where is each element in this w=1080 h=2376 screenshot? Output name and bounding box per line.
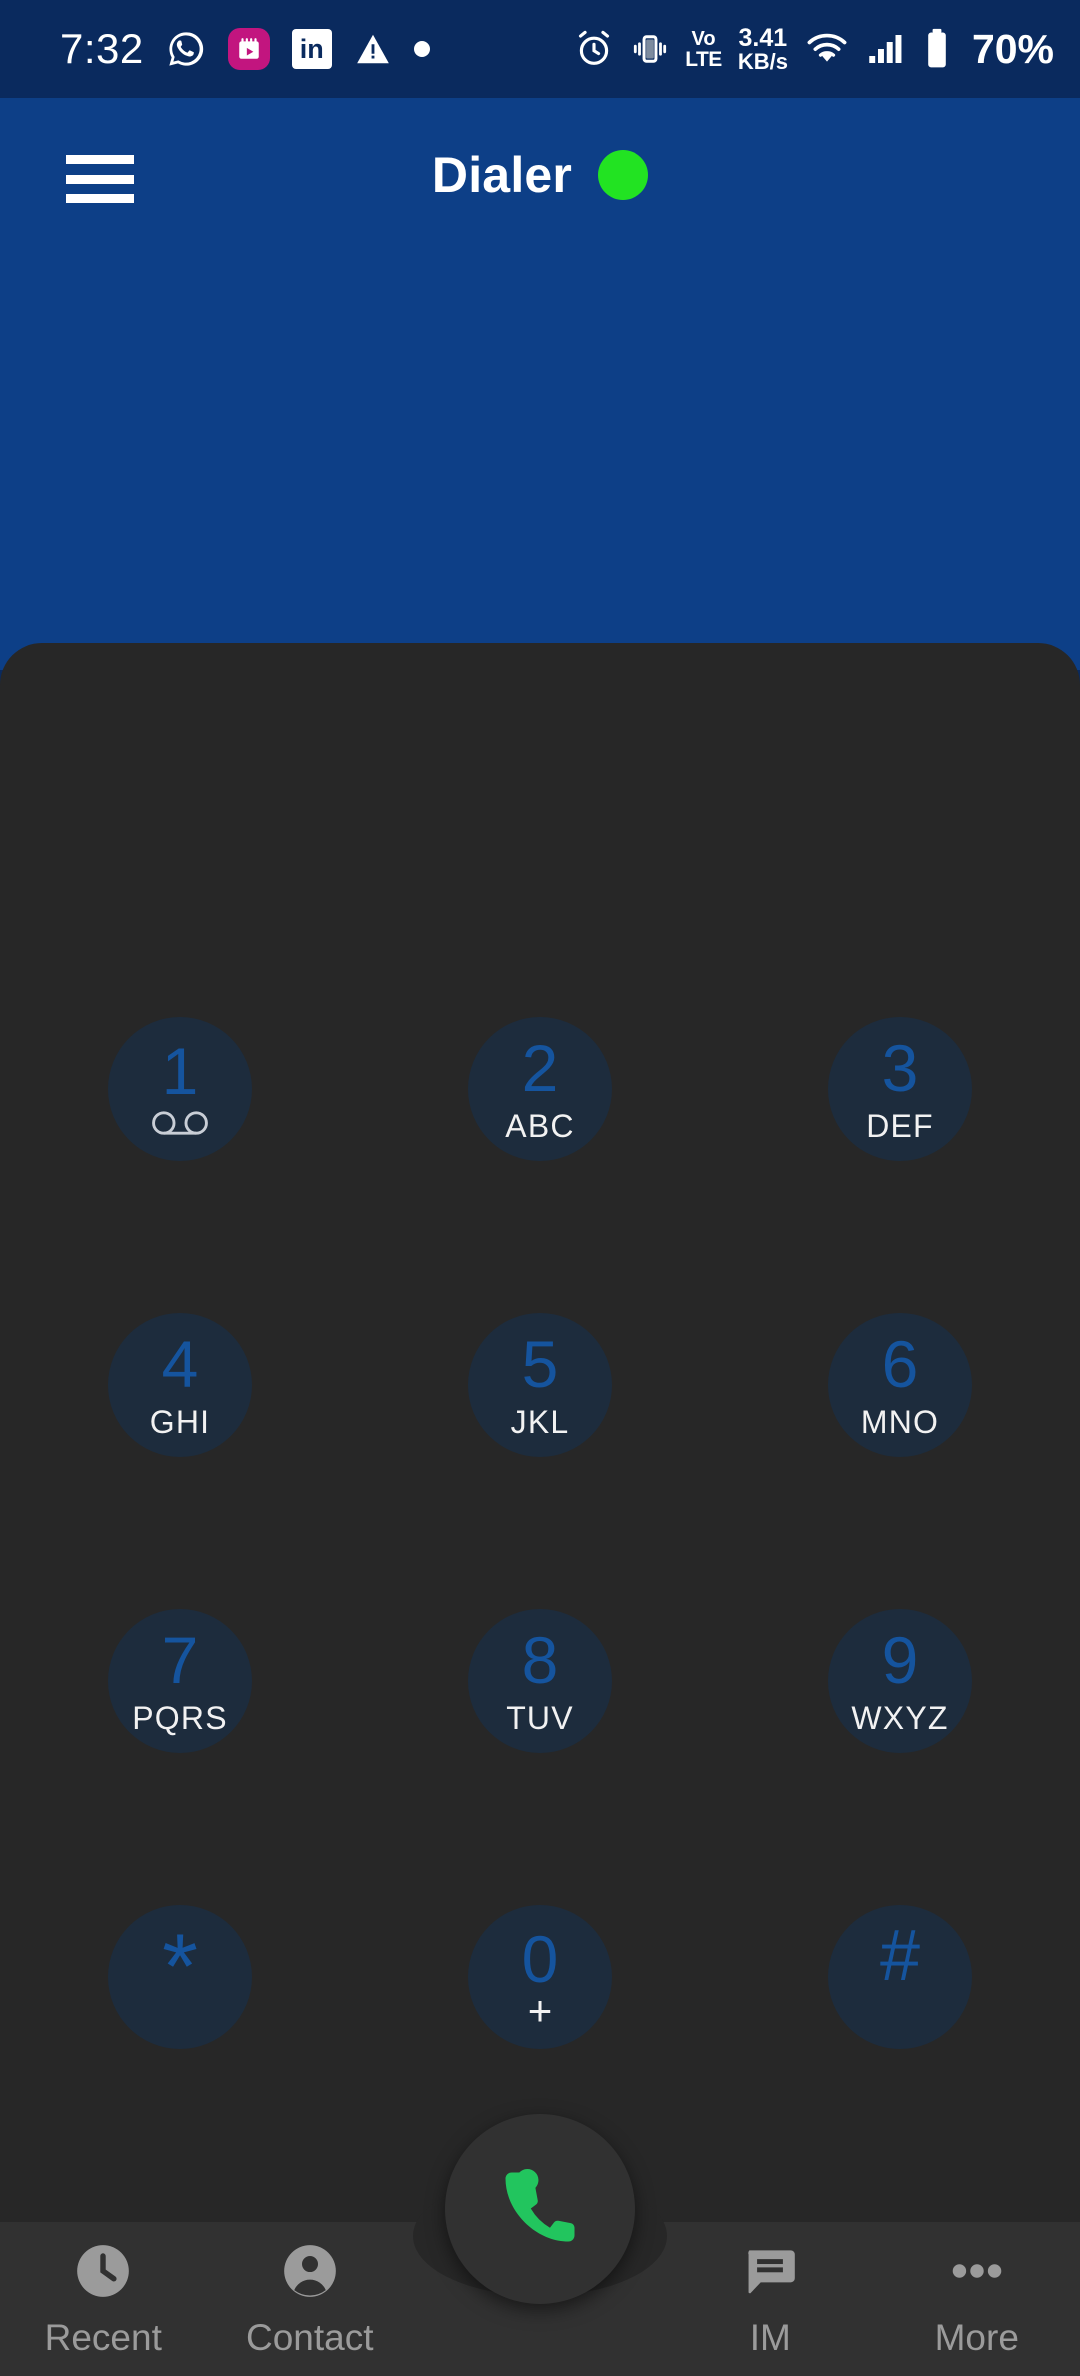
app-bar-title-group: Dialer (0, 146, 1080, 204)
warning-triangle-icon (354, 30, 392, 68)
dialpad-key-7[interactable]: 7 PQRS (0, 1533, 360, 1829)
key-letters: MNO (860, 1404, 940, 1440)
network-speed-indicator: 3.41 KB/s (737, 23, 788, 74)
page-title: Dialer (431, 147, 573, 203)
call-button[interactable] (445, 2114, 635, 2304)
dialpad-key-5[interactable]: 5 JKL (360, 1237, 720, 1533)
key-letters: WXYZ (851, 1700, 949, 1736)
dialpad-key-4[interactable]: 4 GHI (0, 1237, 360, 1533)
key-digit: 1 (161, 1034, 199, 1108)
key-digit: # (879, 1916, 921, 1996)
nav-item-more[interactable]: More (874, 2240, 1080, 2359)
phone-call-icon (494, 2161, 586, 2258)
linkedin-icon: in (291, 29, 332, 69)
alarm-clock-icon (573, 28, 615, 70)
key-letters: TUV (506, 1700, 574, 1736)
key-digit: 5 (521, 1327, 559, 1401)
volte-icon: Vo LTE (685, 27, 722, 71)
wifi-icon (804, 26, 850, 72)
status-bar-left: 7:32 in (60, 25, 430, 73)
notification-dot-icon (413, 41, 430, 57)
nav-item-im[interactable]: IM (667, 2240, 874, 2359)
dialer-screen: 7:32 in Vo LTE 3.41 KB/s 70% Dialer 1 2 … (0, 0, 1080, 2376)
app-bar: Dialer (0, 98, 1080, 670)
key-letters: GHI (149, 1404, 211, 1440)
dialpad-key-2[interactable]: 2 ABC (360, 941, 720, 1237)
key-digit: 7 (161, 1623, 199, 1697)
clock-icon (72, 2240, 134, 2307)
nav-item-label: More (934, 2316, 1019, 2358)
key-digit: 3 (881, 1031, 919, 1105)
nav-item-recent[interactable]: Recent (0, 2240, 207, 2359)
key-letters: ABC (505, 1108, 575, 1144)
dialpad-key-star[interactable]: * (0, 1829, 360, 2125)
dialpad-key-6[interactable]: 6 MNO (720, 1237, 1080, 1533)
nav-item-label: IM (749, 2316, 791, 2358)
nav-item-contact[interactable]: Contact (207, 2240, 414, 2359)
dialpad-key-hash[interactable]: # (720, 1829, 1080, 2125)
key-digit: 4 (161, 1327, 199, 1401)
status-badge (598, 150, 649, 200)
cellular-signal-icon (864, 28, 906, 70)
dialpad-key-9[interactable]: 9 WXYZ (720, 1533, 1080, 1829)
dialpad-key-1[interactable]: 1 (0, 941, 360, 1237)
nav-item-label: Recent (44, 2316, 162, 2358)
key-digit: 2 (521, 1031, 559, 1105)
more-dots-icon (946, 2240, 1008, 2307)
dialpad-key-8[interactable]: 8 TUV (360, 1533, 720, 1829)
key-letters: PQRS (132, 1700, 228, 1736)
status-bar-right: Vo LTE 3.41 KB/s 70% (573, 23, 1054, 74)
whatsapp-icon (166, 29, 206, 69)
calendar-app-icon (227, 28, 270, 70)
dialpad: 1 2 ABC 3 DEF 4 GHI 5 JKL 6 MNO 7 PQRS 8… (0, 941, 1080, 2125)
message-icon (739, 2240, 801, 2307)
key-letters: JKL (510, 1404, 570, 1440)
key-letters: DEF (866, 1108, 934, 1144)
voicemail-icon (151, 1106, 209, 1140)
status-bar: 7:32 in Vo LTE 3.41 KB/s 70% (0, 0, 1080, 98)
person-icon (279, 2240, 341, 2307)
status-bar-clock: 7:32 (60, 25, 144, 72)
nav-item-label: Contact (245, 2316, 374, 2358)
key-digit: * (162, 1916, 198, 2019)
key-letters: + (527, 1987, 553, 2034)
key-digit: 8 (521, 1623, 559, 1697)
battery-icon (920, 27, 954, 71)
dialpad-key-3[interactable]: 3 DEF (720, 941, 1080, 1237)
battery-percentage: 70% (971, 25, 1054, 72)
vibrate-icon (629, 28, 671, 70)
key-digit: 9 (881, 1623, 919, 1697)
dialpad-key-0[interactable]: 0 + (360, 1829, 720, 2125)
key-digit: 6 (881, 1327, 919, 1401)
key-digit: 0 (521, 1922, 559, 1996)
